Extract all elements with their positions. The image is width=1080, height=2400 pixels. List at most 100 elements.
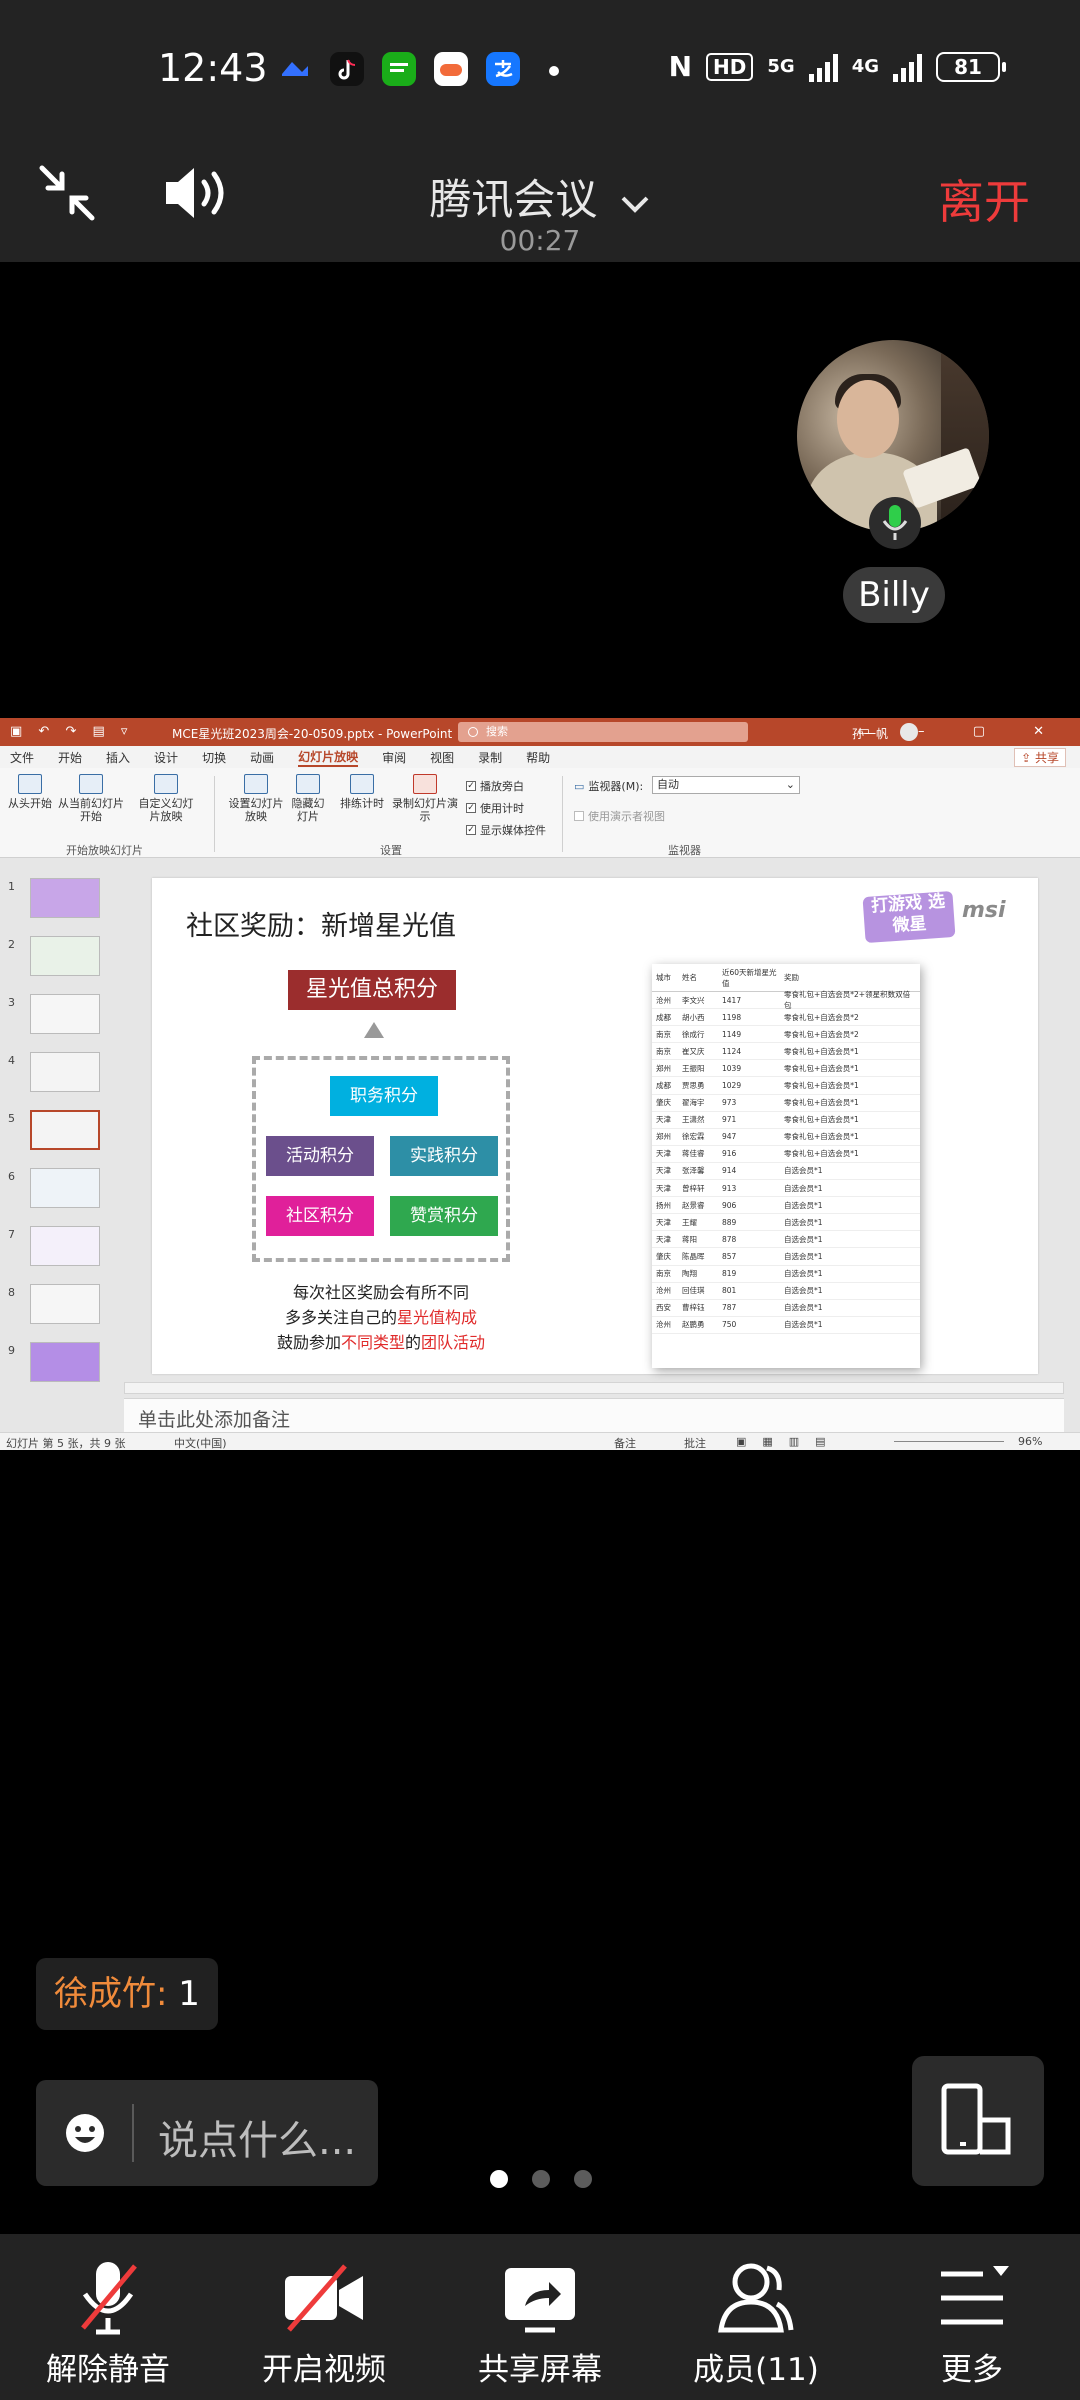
- table-cell: 自选会员*1: [784, 1269, 823, 1279]
- slide-thumbnail[interactable]: [30, 1226, 100, 1266]
- table-cell: 零食礼包+自选会员*2: [784, 1012, 859, 1022]
- ppt-search-box[interactable]: 搜索: [458, 722, 748, 742]
- table-cell: 翟海宇: [682, 1098, 705, 1108]
- table-cell: 自选会员*1: [784, 1303, 823, 1313]
- danmaku-text: 1: [178, 1974, 200, 2014]
- share-screen-button[interactable]: 共享屏幕: [432, 2234, 648, 2400]
- current-slide-icon: [79, 774, 103, 794]
- slide-thumbnail[interactable]: [30, 1052, 100, 1092]
- from-start-button[interactable]: 从头开始: [6, 774, 54, 810]
- play-narration-checkbox[interactable]: ✓ 播放旁白: [466, 778, 524, 794]
- start-video-label: 开启视频: [262, 2352, 386, 2388]
- hide-slide-icon: [296, 774, 320, 794]
- table-row: 天津 张泽馨 914 自选会员*1: [652, 1163, 920, 1181]
- table-cell: 819: [722, 1269, 737, 1279]
- play-slide-icon: [18, 774, 42, 794]
- ppt-tab[interactable]: 幻灯片放映: [298, 748, 359, 767]
- ppt-tab[interactable]: 录制: [478, 749, 502, 766]
- zoom-level[interactable]: 96%: [1018, 1435, 1042, 1448]
- start-video-button[interactable]: 开启视频: [216, 2234, 432, 2400]
- table-cell: 878: [722, 1234, 737, 1244]
- monitor-label-text: 监视器(M):: [588, 780, 644, 793]
- comments-toggle[interactable]: 批注: [684, 1435, 706, 1450]
- page-dot-1[interactable]: [490, 2170, 508, 2188]
- ppt-tab[interactable]: 开始: [58, 749, 82, 766]
- use-timings-checkbox[interactable]: ✓ 使用计时: [466, 800, 524, 816]
- emoji-icon[interactable]: [64, 2112, 106, 2154]
- table-row: 沧州 回佳琪 801 自选会员*1: [652, 1283, 920, 1300]
- table-cell: 947: [722, 1132, 737, 1142]
- ppt-tab[interactable]: 审阅: [382, 749, 406, 766]
- ppt-tab[interactable]: 视图: [430, 749, 454, 766]
- slide-thumbnail[interactable]: [30, 936, 100, 976]
- record-label: 录制幻灯片演示: [392, 797, 458, 823]
- ppt-tab[interactable]: 文件: [10, 749, 34, 766]
- caption-line-3: 鼓励参加不同类型的团队活动: [276, 1333, 486, 1352]
- chat-input[interactable]: 说点什么...: [36, 2080, 378, 2186]
- quick-access-icons: ▣ ↶ ↷ ▤ ▿: [10, 724, 134, 739]
- page-dot-2[interactable]: [532, 2170, 550, 2188]
- rotate-screen-icon: [941, 2083, 1011, 2155]
- presenter-view-checkbox[interactable]: 使用演示者视图: [574, 808, 665, 824]
- chat-divider: [132, 2104, 134, 2162]
- custom-show-button[interactable]: 自定义幻灯片放映: [134, 774, 198, 823]
- slide-thumbnail[interactable]: [30, 1168, 100, 1208]
- monitor-select-value: 自动: [657, 778, 679, 791]
- table-row: 肇庆 陈晶晖 857 自选会员*1: [652, 1248, 920, 1266]
- table-header: 城市 姓名 近60天新增星光值 奖励: [652, 964, 920, 992]
- table-cell: 971: [722, 1115, 737, 1125]
- table-cell: 零食礼包+自选会员*1: [784, 1132, 859, 1142]
- more-label: 更多: [941, 2352, 1003, 2388]
- setup-show-button[interactable]: 设置幻灯片放映: [224, 774, 288, 823]
- chat-danmaku: 徐成竹: 1: [36, 1958, 218, 2030]
- window-controls[interactable]: ▭ – ▢ ✕: [858, 724, 1066, 739]
- slide-heading: 社区奖励：新增星光值: [186, 911, 456, 942]
- from-current-button[interactable]: 从当前幻灯片开始: [56, 774, 126, 823]
- slide-thumbnail[interactable]: [30, 994, 100, 1034]
- monitor-icon: ▭: [574, 779, 585, 793]
- zoom-slider[interactable]: [894, 1441, 1004, 1442]
- meeting-title[interactable]: 腾讯会议: [0, 166, 1080, 227]
- group-start-label: 开始放映幻灯片: [66, 844, 143, 857]
- network-5g-label: 5G: [767, 56, 795, 77]
- members-button[interactable]: 成员(11): [648, 2234, 864, 2400]
- view-buttons[interactable]: ▣▦▥▤: [736, 1435, 842, 1448]
- rehearse-button[interactable]: 排练计时: [336, 774, 388, 810]
- ppt-tab[interactable]: 动画: [250, 749, 274, 766]
- table-cell: 胡小西: [682, 1012, 705, 1022]
- page-dot-3[interactable]: [574, 2170, 592, 2188]
- slide-thumbnail[interactable]: [30, 878, 100, 918]
- table-cell: 李文兴: [682, 995, 705, 1005]
- notes-pane[interactable]: 单击此处添加备注: [124, 1398, 1064, 1432]
- leave-button[interactable]: 离开: [938, 166, 1030, 232]
- more-button[interactable]: 更多: [864, 2234, 1080, 2400]
- table-row: 沧州 赵鹏勇 750 自选会员*1: [652, 1317, 920, 1334]
- ppt-tab[interactable]: 帮助: [526, 749, 550, 766]
- slide-thumbnail[interactable]: [30, 1110, 100, 1150]
- ppt-tab[interactable]: 插入: [106, 749, 130, 766]
- table-row: 南京 崔又庆 1124 零食礼包+自选会员*1: [652, 1043, 920, 1061]
- clock: 12:43: [158, 46, 268, 90]
- table-cell: 成都: [656, 1081, 671, 1091]
- participant-name: Billy: [843, 567, 945, 623]
- ppt-tab[interactable]: 设计: [154, 749, 178, 766]
- show-media-checkbox[interactable]: ✓ 显示媒体控件: [466, 822, 546, 838]
- slide-thumbnail[interactable]: [30, 1342, 100, 1382]
- unmute-button[interactable]: 解除静音: [0, 2234, 216, 2400]
- table-cell: 陈晶晖: [682, 1251, 705, 1261]
- ppt-share-button[interactable]: ⇪ 共享: [1014, 748, 1066, 767]
- slide-canvas[interactable]: 社区奖励：新增星光值 打游戏 选微星 msi 星光值总积分 职务积分 活动积分 …: [152, 878, 1038, 1374]
- notes-toggle[interactable]: 备注: [614, 1435, 636, 1450]
- table-cell: 郑州: [656, 1063, 671, 1073]
- table-cell: 自选会员*1: [784, 1200, 823, 1210]
- rotate-screen-button[interactable]: [912, 2056, 1044, 2186]
- slide-thumbnail[interactable]: [30, 1284, 100, 1324]
- monitor-select[interactable]: 自动 ⌄: [652, 776, 800, 794]
- record-button[interactable]: 录制幻灯片演示: [390, 774, 460, 823]
- table-cell: 889: [722, 1217, 737, 1227]
- horizontal-scrollbar[interactable]: [124, 1382, 1064, 1394]
- ppt-tab[interactable]: 切换: [202, 749, 226, 766]
- table-cell: 801: [722, 1286, 737, 1296]
- hide-slide-button[interactable]: 隐藏幻灯片: [288, 774, 328, 823]
- table-cell: 1149: [722, 1029, 742, 1039]
